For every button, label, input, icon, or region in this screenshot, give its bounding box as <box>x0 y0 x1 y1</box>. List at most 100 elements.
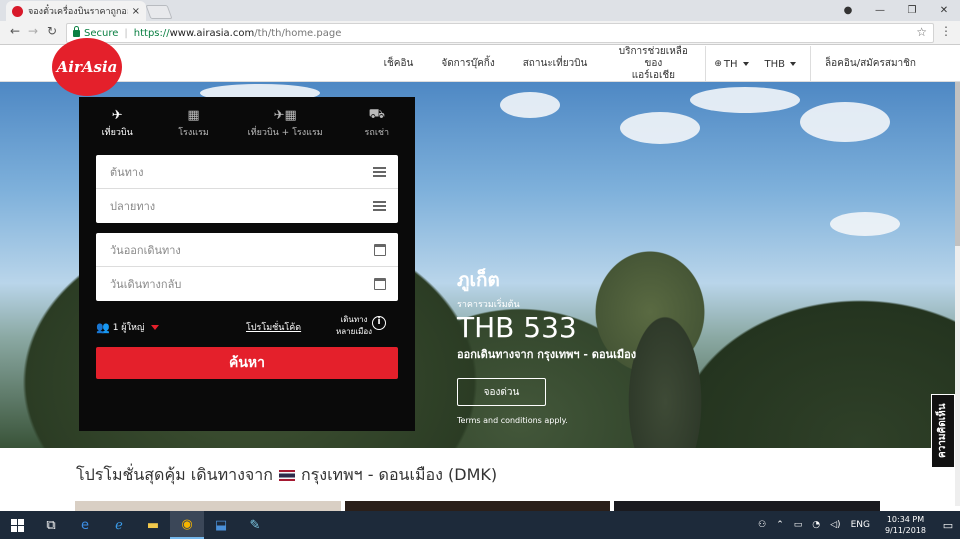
promo-route: ออกเดินทางจาก กรุงเทพฯ - ดอนเมือง <box>457 348 637 361</box>
book-now-button[interactable]: จองด่วน <box>457 378 546 406</box>
tab-flights-label: เที่ยวบิน <box>101 128 133 138</box>
nav-login[interactable]: ล็อคอิน/สมัครสมาชิก <box>811 58 960 70</box>
feedback-tab[interactable]: ความคิดเห็น <box>931 394 955 468</box>
secure-indicator[interactable]: Secure <box>73 25 119 39</box>
nav-checkin[interactable]: เช็คอิน <box>370 58 428 70</box>
date-fields: วันออกเดินทาง วันเดินทางกลับ <box>96 233 398 301</box>
language-indicator[interactable]: ENG <box>851 520 870 530</box>
lock-icon <box>73 25 80 37</box>
battery-icon[interactable]: ▭ <box>794 520 803 530</box>
browser-menu-icon[interactable]: ⋮ <box>940 24 952 38</box>
tab-title: จองตั๋วเครื่องบินราคาถูกออนไล... <box>28 7 128 17</box>
destination-promo: ภูเก็ต ราคารวมเริ่มต้น THB 533 ออกเดินทา… <box>457 265 636 425</box>
url-host: www.airasia.com <box>169 27 255 39</box>
return-date-input[interactable]: วันเดินทางกลับ <box>96 267 398 301</box>
reload-icon[interactable]: ↻ <box>47 24 57 38</box>
tab-close-icon[interactable]: × <box>132 6 140 17</box>
airasia-logo[interactable]: AirAsia <box>52 38 122 96</box>
address-bar[interactable]: Secure | https:// www.airasia.com /th/th… <box>66 23 934 43</box>
origin-input[interactable]: ต้นทาง <box>96 155 398 189</box>
maximize-icon[interactable]: ❐ <box>896 0 928 21</box>
close-window-icon[interactable]: ✕ <box>928 0 960 21</box>
new-tab-button[interactable] <box>145 5 173 19</box>
tab-car-rental[interactable]: ⛟ รถเช่า <box>339 105 415 143</box>
browser-tab[interactable]: จองตั๋วเครื่องบินราคาถูกออนไล... × <box>6 1 146 21</box>
nav-help[interactable]: บริการช่วยเหลือของ แอร์เอเชีย <box>601 46 705 82</box>
flight-hotel-icon: ✈▦ <box>273 107 297 123</box>
show-hidden-icon[interactable]: ⌃ <box>776 520 784 530</box>
profile-icon[interactable]: ● <box>832 0 864 21</box>
page-scrollbar[interactable] <box>955 46 960 506</box>
tab-flights[interactable]: ✈ เที่ยวบิน <box>79 105 155 143</box>
chevron-down-icon <box>790 62 797 66</box>
promo-price: THB 533 <box>457 311 577 344</box>
nav-help-line2: แอร์เอเชีย <box>631 70 676 81</box>
url-separator: | <box>124 27 128 39</box>
currency-selector[interactable]: THB <box>757 59 811 70</box>
start-button[interactable] <box>0 511 34 539</box>
clock-time: 10:34 PM <box>886 515 925 524</box>
site-header: AirAsia เช็คอิน จัดการบุ๊คกิ้ง สถานะเที่… <box>0 38 960 96</box>
url-path: /th/th/home.page <box>254 27 342 39</box>
nav-flight-status[interactable]: สถานะเที่ยวบิน <box>509 58 602 70</box>
nav-manage-booking[interactable]: จัดการบุ๊คกิ้ง <box>427 58 508 70</box>
multicity-line1: เดินทาง <box>340 315 368 324</box>
promo-code-link[interactable]: โปรโมชั่นโค้ด <box>246 320 301 334</box>
passenger-selector[interactable]: 👥 1 ผู้ใหญ่ <box>96 320 159 334</box>
secure-label: Secure <box>84 27 119 39</box>
main-nav: เช็คอิน จัดการบุ๊คกิ้ง สถานะเที่ยวบิน บร… <box>370 46 960 82</box>
promotions-title-suffix: กรุงเทพฯ - ดอนเมือง (DMK) <box>300 465 498 484</box>
promo-card[interactable] <box>344 501 611 511</box>
people-tray-icon[interactable]: ⚇ <box>758 520 766 530</box>
destination-placeholder: ปลายทาง <box>110 200 156 213</box>
logo-text: AirAsia <box>56 58 118 76</box>
thailand-flag-icon <box>278 470 295 481</box>
back-icon[interactable]: ← <box>10 24 20 38</box>
tab-hotels[interactable]: ▦ โรงแรม <box>155 105 231 143</box>
list-icon[interactable] <box>373 201 386 211</box>
edge-icon[interactable]: e <box>68 511 102 539</box>
promotions-title-prefix: โปรโมชั่นสุดคุ้ม เดินทางจาก <box>76 465 273 484</box>
windows-icon <box>10 518 24 532</box>
search-button[interactable]: ค้นหา <box>96 347 398 379</box>
promo-from-label: ราคารวมเริ่มต้น <box>457 300 520 310</box>
origin-placeholder: ต้นทาง <box>110 165 144 179</box>
cloud-decoration <box>620 112 700 144</box>
list-icon[interactable] <box>373 166 386 177</box>
language-value: TH <box>723 58 738 70</box>
calendar-icon[interactable] <box>374 278 386 290</box>
app-icon[interactable]: ⬓ <box>204 511 238 539</box>
airasia-favicon <box>12 5 23 17</box>
depart-placeholder: วันออกเดินทาง <box>110 243 181 257</box>
promo-card[interactable] <box>614 501 881 511</box>
forward-icon[interactable]: → <box>28 24 38 38</box>
ie-icon[interactable]: ℯ <box>102 511 136 539</box>
tab-flight-hotel[interactable]: ✈▦ เที่ยวบิน + โรงแรม <box>232 105 339 143</box>
promo-card[interactable] <box>75 501 341 511</box>
calendar-icon[interactable] <box>374 243 386 256</box>
depart-date-input[interactable]: วันออกเดินทาง <box>96 233 398 267</box>
windows-taskbar: ⧉ e ℯ ▬ ◉ ⬓ ✎ ⚇ ⌃ ▭ ◔ ◁) ENG 10:34 PM 9/… <box>0 511 960 539</box>
clock[interactable]: 10:34 PM 9/11/2018 <box>885 514 926 536</box>
volume-icon[interactable]: ◁) <box>830 520 840 530</box>
car-icon: ⛟ <box>368 106 385 122</box>
route-fields: ต้นทาง ปลายทาง <box>96 155 398 223</box>
return-placeholder: วันเดินทางกลับ <box>110 278 182 291</box>
task-view-icon[interactable]: ⧉ <box>34 511 68 539</box>
minimize-icon[interactable]: — <box>864 0 896 21</box>
info-icon[interactable]: i <box>372 316 386 330</box>
destination-input[interactable]: ปลายทาง <box>96 189 398 223</box>
promo-city: ภูเก็ต <box>457 269 500 291</box>
search-panel: ✈ เที่ยวบิน ▦ โรงแรม ✈▦ เที่ยวบิน + โรงแ… <box>79 97 415 431</box>
network-icon[interactable]: ◔ <box>812 520 820 530</box>
chrome-icon[interactable]: ◉ <box>170 511 204 539</box>
cloud-decoration <box>500 92 560 118</box>
notifications-icon[interactable]: ▭ <box>936 519 960 532</box>
cloud-decoration <box>690 87 800 113</box>
language-selector[interactable]: ⊕ TH <box>706 59 756 70</box>
file-explorer-icon[interactable]: ▬ <box>136 511 170 539</box>
multicity-link[interactable]: เดินทาง หลายเมือง <box>336 314 372 338</box>
chevron-down-icon <box>742 62 749 66</box>
paint-icon[interactable]: ✎ <box>238 511 272 539</box>
bookmark-star-icon[interactable]: ☆ <box>916 25 927 39</box>
